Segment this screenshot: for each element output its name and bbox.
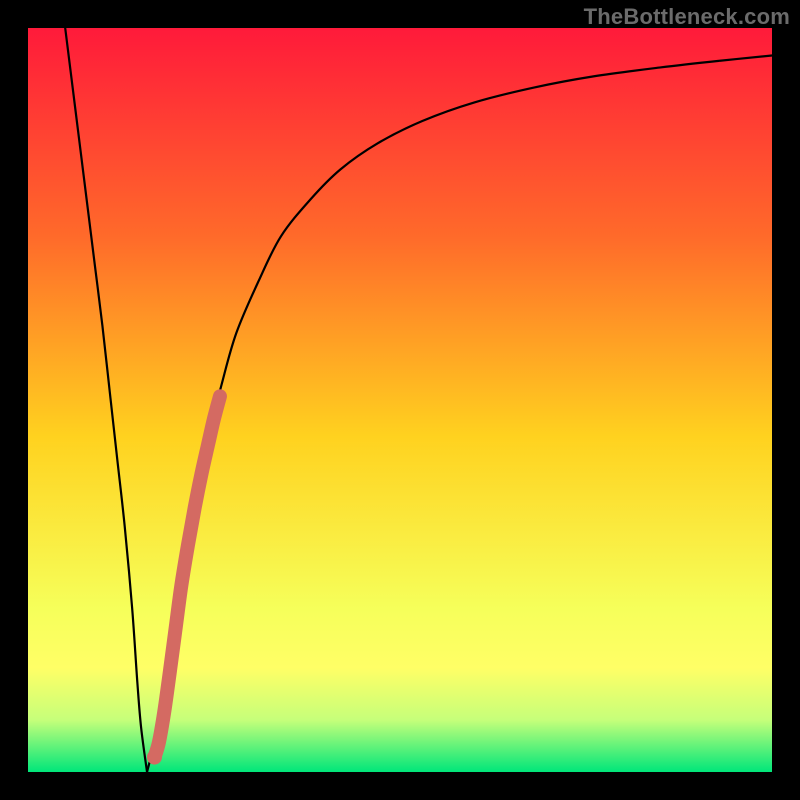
plot-area bbox=[28, 28, 772, 772]
highlight-dot bbox=[152, 736, 165, 749]
watermark-text: TheBottleneck.com bbox=[584, 4, 790, 30]
chart-frame: TheBottleneck.com bbox=[0, 0, 800, 800]
gradient-background bbox=[28, 28, 772, 772]
highlight-dot bbox=[158, 707, 170, 719]
highlight-dot bbox=[147, 750, 162, 765]
chart-svg bbox=[28, 28, 772, 772]
